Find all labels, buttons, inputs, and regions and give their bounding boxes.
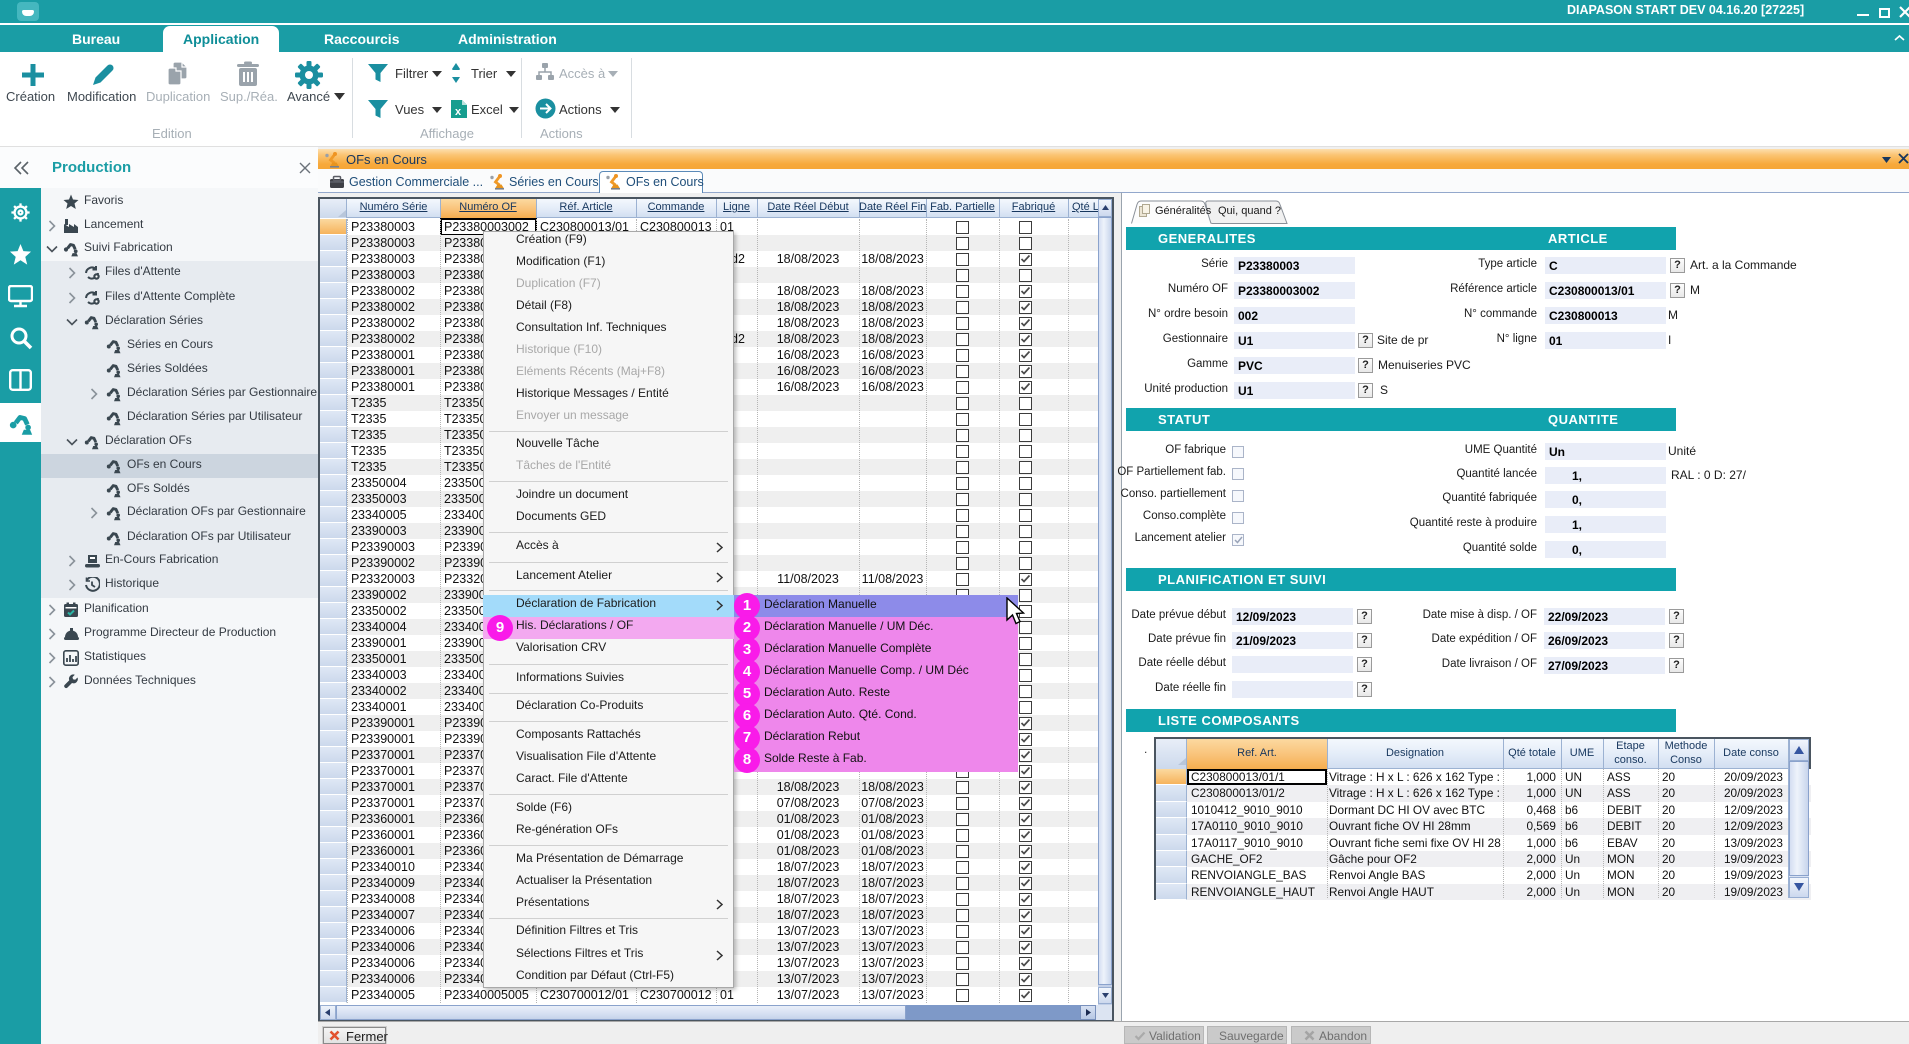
svg-text:x: x (455, 106, 462, 118)
